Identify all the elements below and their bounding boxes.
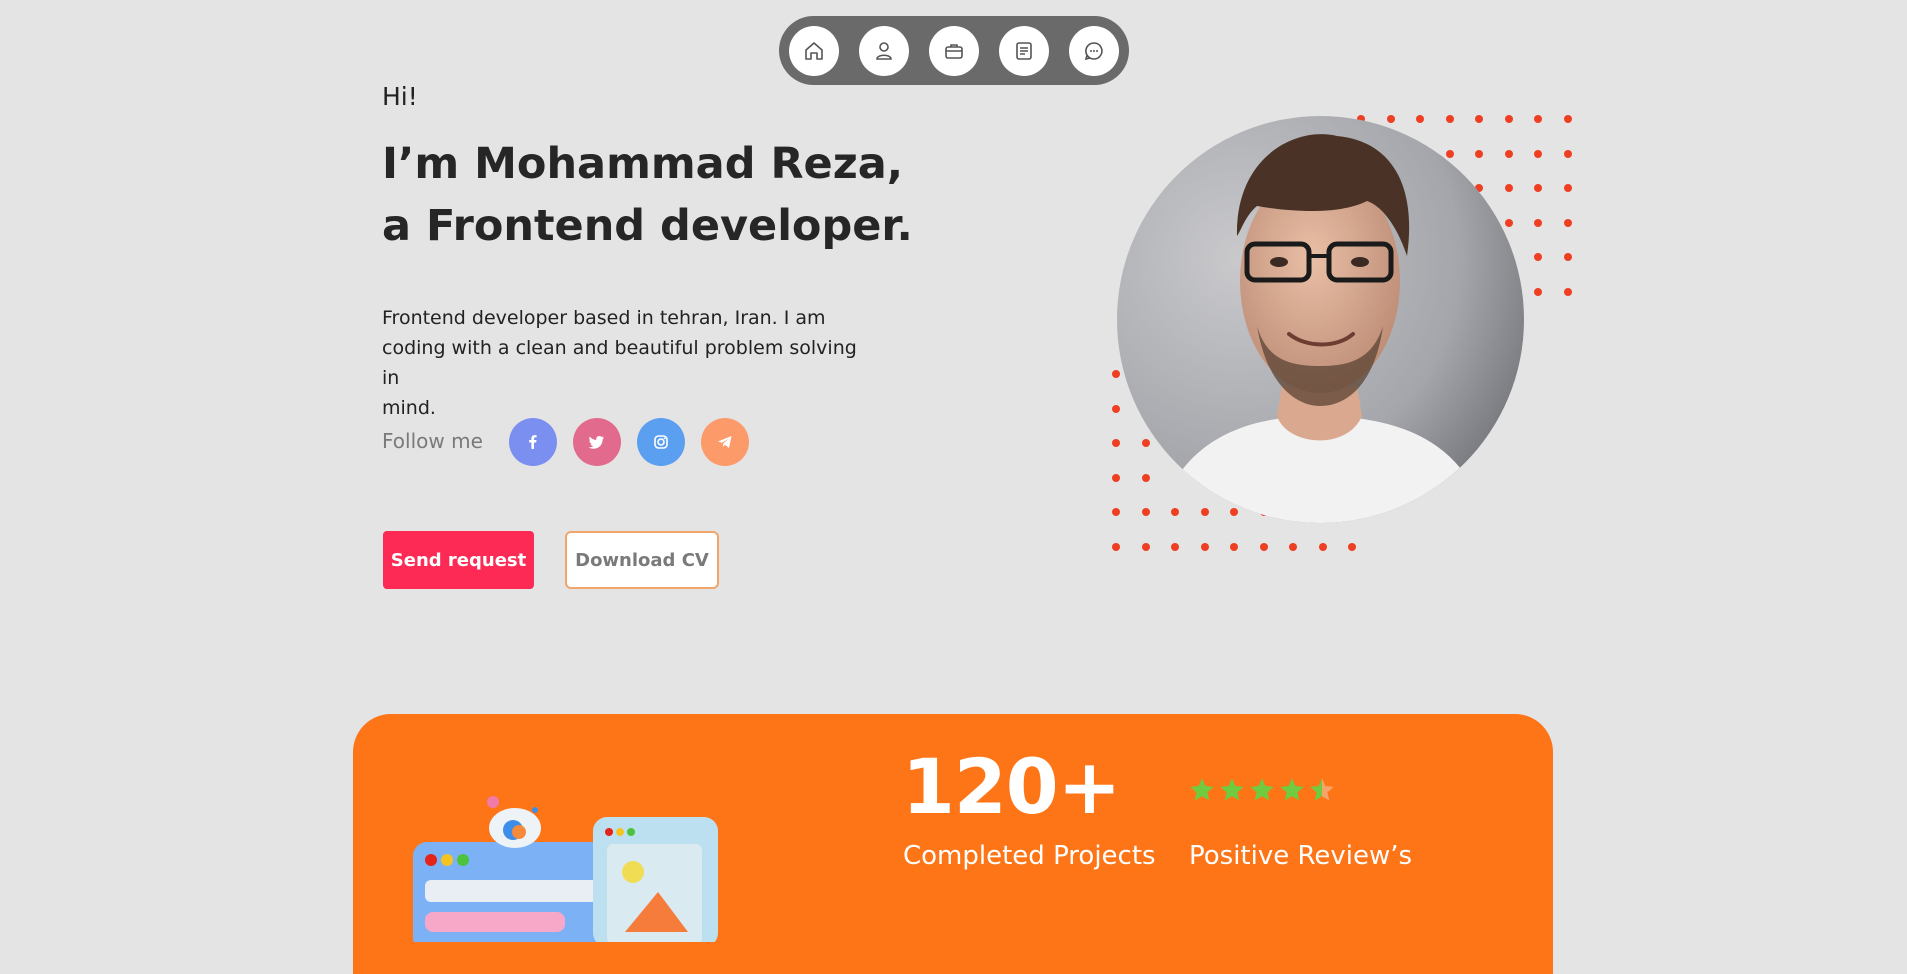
decor-dot — [1289, 542, 1297, 551]
decor-dot — [1563, 253, 1572, 261]
decor-dot — [1348, 542, 1356, 551]
telegram-link[interactable] — [701, 418, 749, 466]
chat-icon — [1084, 42, 1103, 61]
decor-dot — [1563, 149, 1572, 158]
decor-dot — [1563, 218, 1572, 227]
decor-dot — [1504, 218, 1513, 227]
decor-dot — [1534, 115, 1542, 123]
decor-dot — [1504, 184, 1513, 192]
decor-dot — [1141, 542, 1150, 551]
intro-line-1: Frontend developer based in tehran, Iran… — [382, 307, 826, 329]
star-icon — [1250, 778, 1274, 801]
decor-dot — [1171, 542, 1179, 551]
greeting: Hi! — [382, 82, 418, 111]
home-icon — [805, 42, 823, 60]
star-icon — [1220, 778, 1244, 801]
decor-dot — [1230, 508, 1238, 516]
headline-line-1: I’m Mohammad Reza, — [382, 139, 904, 189]
decor-dot — [1230, 542, 1238, 551]
user-icon — [876, 42, 892, 60]
decor-dot — [1445, 149, 1454, 158]
decor-dot — [1563, 184, 1572, 192]
intro-line-3: mind. — [382, 397, 436, 419]
profile-photo — [1117, 116, 1524, 523]
star-icon — [1310, 778, 1334, 801]
decor-dot — [1112, 508, 1120, 516]
stats-banner: 120+ Completed Projects Positive Review’… — [353, 714, 1553, 974]
web-illustration — [413, 796, 718, 942]
decor-dot — [1534, 287, 1542, 296]
decor-dot — [1141, 439, 1150, 447]
decor-dot — [1445, 115, 1454, 123]
decor-dot — [1504, 115, 1513, 123]
decor-dot — [1534, 253, 1542, 261]
nav-about-button[interactable] — [859, 26, 909, 76]
decor-dot — [1475, 149, 1483, 158]
instagram-link[interactable] — [637, 418, 685, 466]
follow-label: Follow me — [382, 429, 483, 453]
decor-dot — [1386, 115, 1395, 123]
top-nav — [779, 16, 1129, 85]
telegram-icon — [718, 436, 732, 448]
projects-count: 120+ — [902, 742, 1121, 831]
decor-dot — [1563, 287, 1572, 296]
decor-dot — [1112, 370, 1120, 378]
facebook-link[interactable] — [509, 418, 557, 466]
intro-text: Frontend developer based in tehran, Iran… — [382, 303, 872, 423]
decor-dot — [1141, 508, 1150, 516]
intro-line-2: coding with a clean and beautiful proble… — [382, 337, 857, 389]
decor-dot — [1318, 542, 1327, 551]
send-request-button[interactable]: Send request — [383, 531, 534, 589]
decor-dot — [1112, 404, 1120, 413]
decor-dot — [1112, 439, 1120, 447]
decor-dot — [1534, 149, 1542, 158]
nav-home-button[interactable] — [789, 26, 839, 76]
twitter-link[interactable] — [573, 418, 621, 466]
decor-dot — [1200, 542, 1209, 551]
projects-label: Completed Projects — [903, 841, 1156, 871]
headline-line-2: a Frontend developer. — [382, 201, 913, 251]
rating-stars — [1188, 776, 1338, 808]
star-icon — [1190, 778, 1214, 801]
facebook-icon — [529, 435, 537, 449]
instagram-icon — [654, 435, 668, 449]
decor-dot — [1504, 149, 1513, 158]
download-cv-button[interactable]: Download CV — [565, 531, 719, 589]
headline: I’m Mohammad Reza, a Frontend developer. — [382, 133, 913, 257]
decor-dot — [1112, 473, 1120, 482]
nav-contact-button[interactable] — [1069, 26, 1119, 76]
briefcase-icon — [945, 44, 963, 59]
decor-dot — [1563, 115, 1572, 123]
reviews-label: Positive Review’s — [1189, 841, 1413, 871]
decor-dot — [1475, 115, 1483, 123]
nav-portfolio-button[interactable] — [929, 26, 979, 76]
decor-dot — [1534, 184, 1542, 192]
nav-resume-button[interactable] — [999, 26, 1049, 76]
decor-dot — [1416, 115, 1424, 123]
star-icon — [1280, 778, 1304, 801]
twitter-icon — [588, 436, 604, 449]
decor-dot — [1171, 508, 1179, 516]
decor-dot — [1112, 542, 1120, 551]
decor-dot — [1259, 542, 1268, 551]
document-icon — [1016, 42, 1032, 60]
decor-dot — [1534, 218, 1542, 227]
decor-dot — [1200, 508, 1209, 516]
decor-dot — [1141, 473, 1150, 482]
